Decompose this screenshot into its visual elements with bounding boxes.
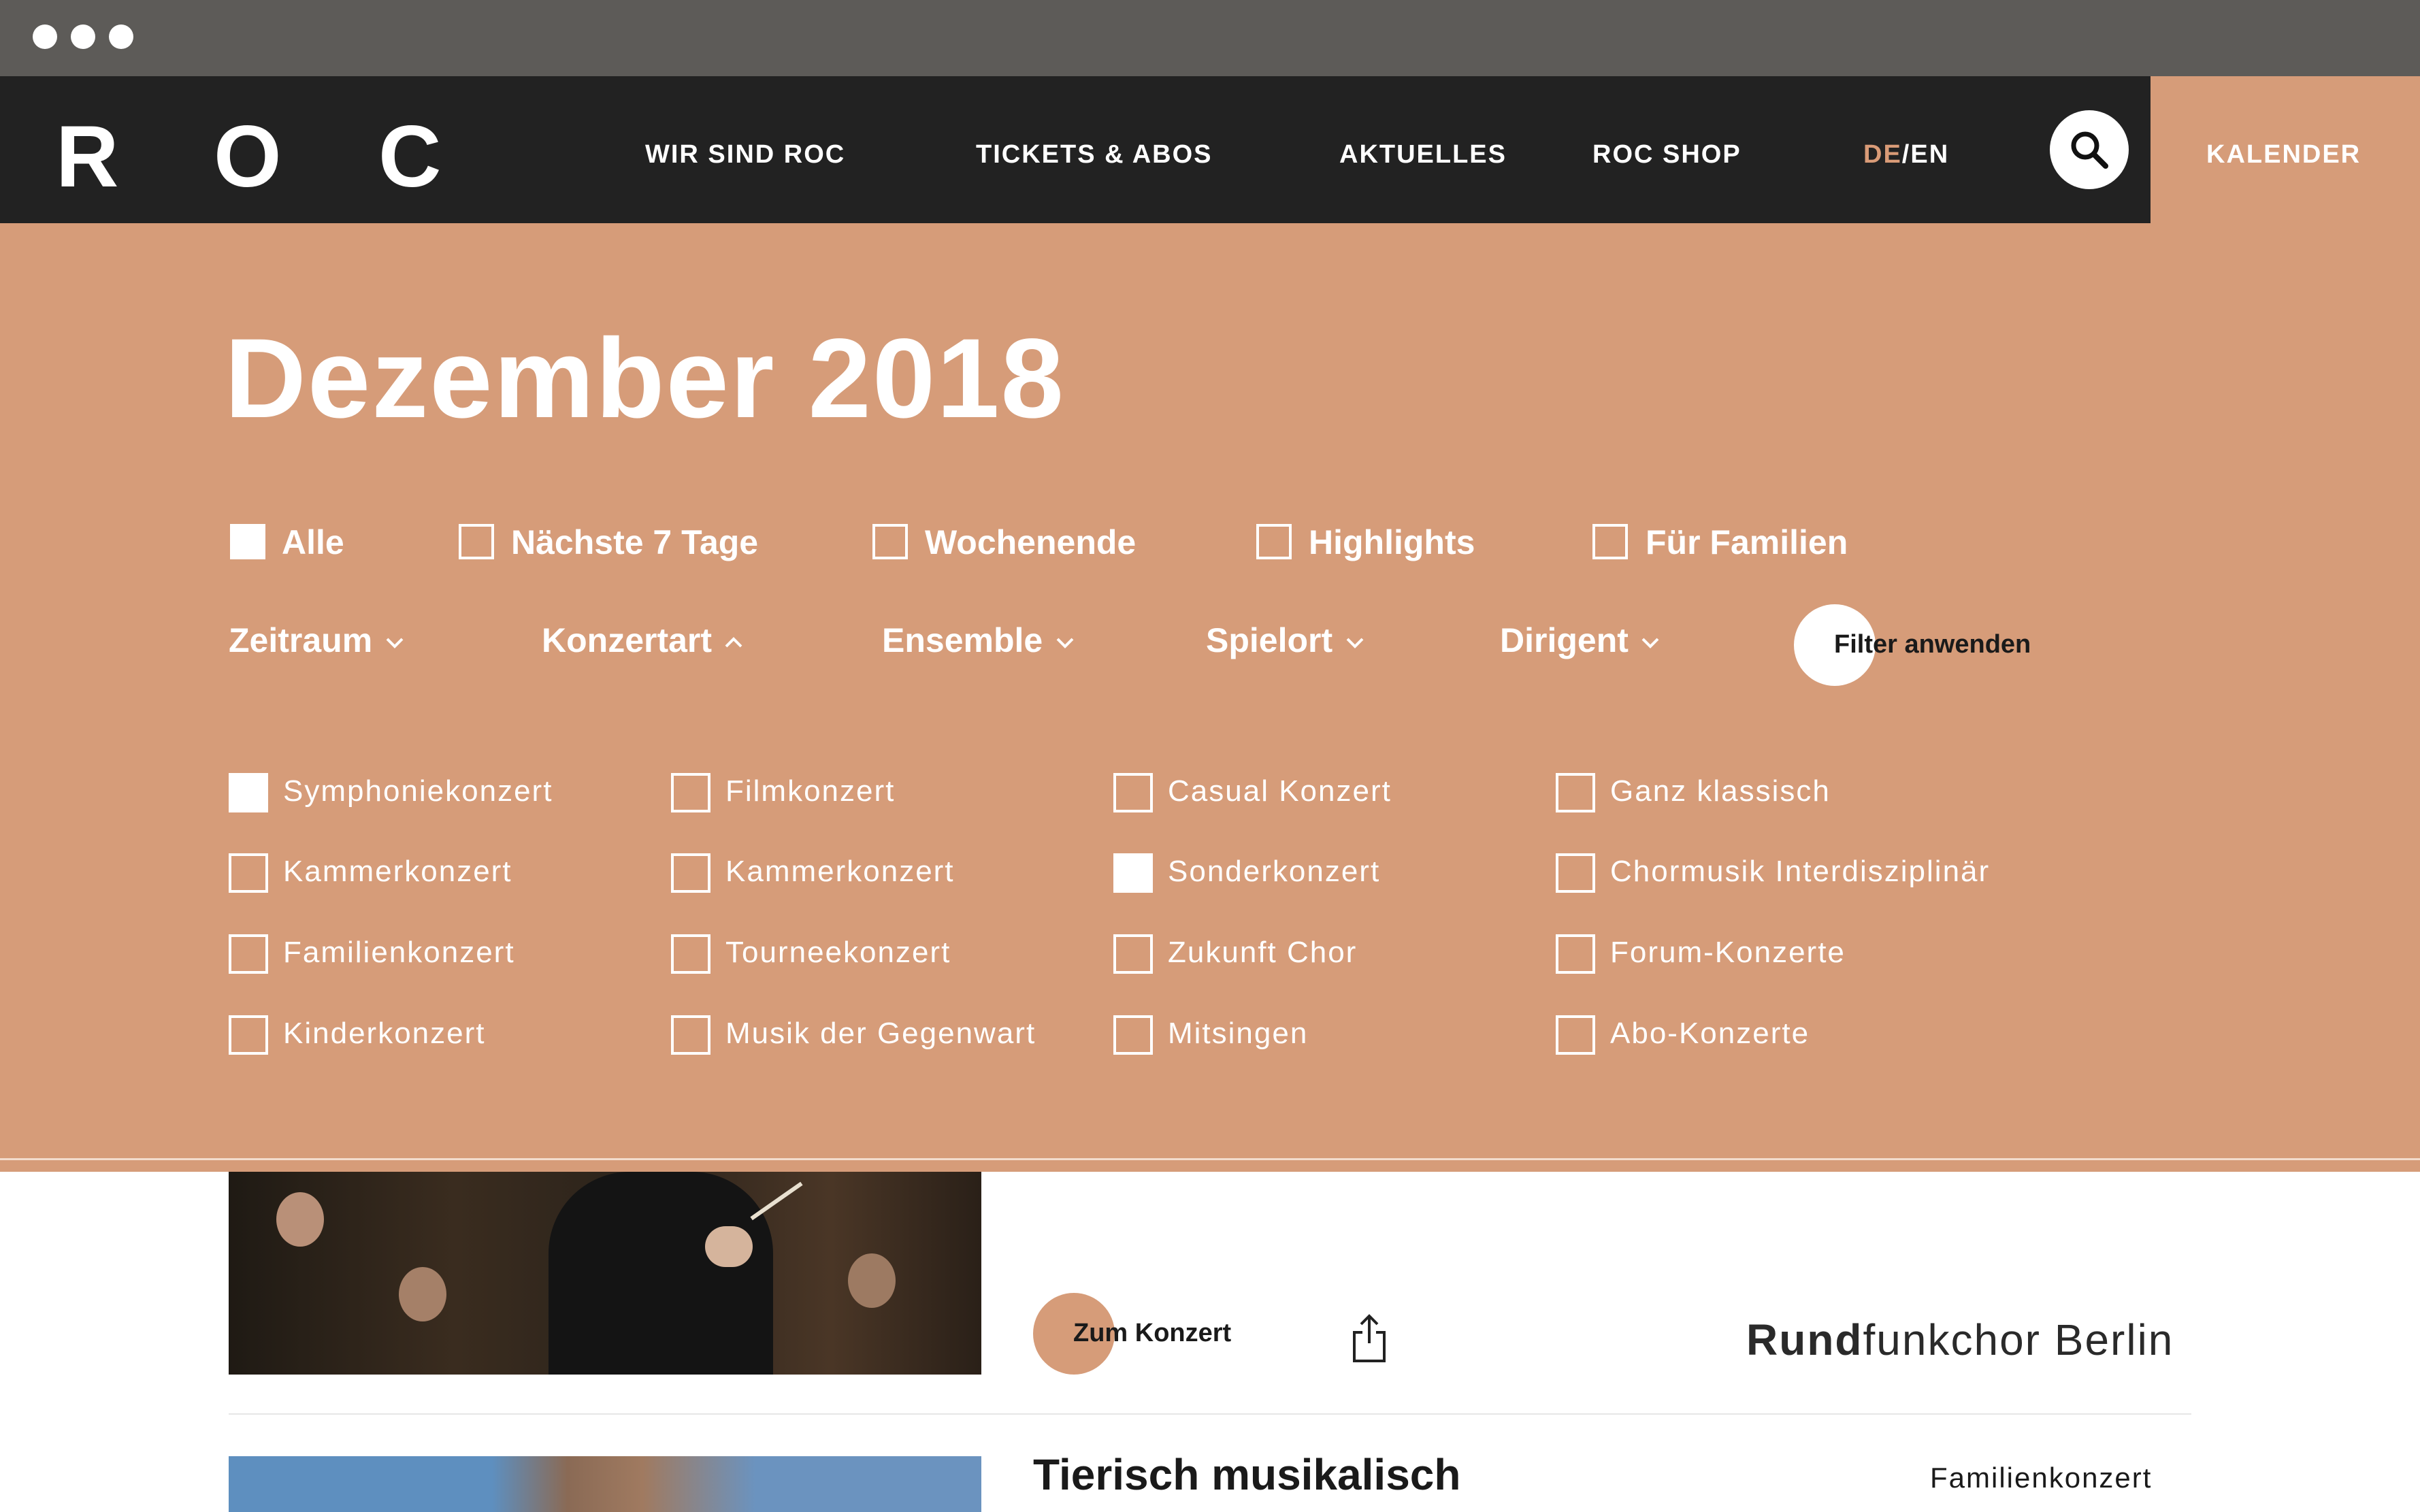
concert-type-checkbox[interactable] [671,1015,710,1055]
chevron-down-icon [1056,638,1074,648]
concert-type-checkbox[interactable] [1113,853,1153,893]
quick-filter-next7-checkbox[interactable] [459,524,494,559]
concert-type-checkbox[interactable] [1556,853,1595,893]
logo-letter-r[interactable]: R [56,114,118,201]
dropdown-dirigent-label: Dirigent [1500,621,1629,659]
event-title[interactable]: Tierisch musikalisch [1033,1449,1460,1500]
quick-filter-next7-label[interactable]: Nächste 7 Tage [511,523,758,562]
concert-type-label[interactable]: Kammerkonzert [283,855,512,889]
dropdown-spielort-label: Spielort [1206,621,1333,659]
concert-type-label[interactable]: Familienkonzert [283,936,515,970]
window-dot-minimize[interactable] [71,24,95,49]
ensemble-logo-bold: Rund [1746,1315,1863,1364]
nav-wir-sind-roc[interactable]: WIR SIND ROC [645,140,845,169]
concert-type-label[interactable]: Kinderkonzert [283,1017,485,1051]
quick-filter-alle-checkbox[interactable] [230,524,265,559]
search-button[interactable] [2050,110,2129,189]
concert-type-label[interactable]: Abo-Konzerte [1610,1017,1810,1051]
browser-chrome [0,0,2420,76]
concert-type-label[interactable]: Zukunft Chor [1168,936,1357,970]
logo-letter-c[interactable]: C [378,114,441,201]
concert-type-label[interactable]: Musik der Gegenwart [725,1017,1036,1051]
concert-type-checkbox[interactable] [229,853,268,893]
concert-type-label[interactable]: Sonderkonzert [1168,855,1380,889]
concert-type-label[interactable]: Kammerkonzert [725,855,955,889]
concert-type-label[interactable]: Chormusik Interdisziplinär [1610,855,1990,889]
ensemble-logo: Rundfunkchor Berlin [1746,1315,2174,1365]
concert-type-label[interactable]: Tourneekonzert [725,936,951,970]
dropdown-konzertart[interactable]: Konzertart [542,621,743,660]
concert-type-label[interactable]: Forum-Konzerte [1610,936,1846,970]
chevron-down-icon [1346,638,1364,648]
dropdown-zeitraum[interactable]: Zeitraum [229,621,404,660]
concert-type-label[interactable]: Casual Konzert [1168,774,1392,808]
nav-roc-shop[interactable]: ROC SHOP [1592,140,1742,169]
dropdown-dirigent[interactable]: Dirigent [1500,621,1660,660]
lang-de[interactable]: DE [1863,140,1902,169]
quick-filter-alle-label[interactable]: Alle [282,523,344,562]
quick-filter-highlights-checkbox[interactable] [1256,524,1292,559]
apply-filter-label[interactable]: Filter anwenden [1834,630,2031,659]
dropdown-spielort[interactable]: Spielort [1206,621,1364,660]
month-title: Dezember 2018 [225,316,1065,442]
event-image[interactable] [229,1456,981,1512]
concert-type-checkbox[interactable] [671,934,710,974]
chevron-down-icon [386,638,404,648]
concert-type-checkbox[interactable] [1113,1015,1153,1055]
concert-type-checkbox[interactable] [671,853,710,893]
concert-type-checkbox[interactable] [229,773,268,812]
dropdown-zeitraum-label: Zeitraum [229,621,373,659]
search-icon [2071,131,2108,169]
concert-type-checkbox[interactable] [229,934,268,974]
calendar-tab-label[interactable]: KALENDER [2206,140,2361,169]
ensemble-logo-rest: funkchor Berlin [1863,1315,2174,1364]
concert-type-checkbox[interactable] [229,1015,268,1055]
lang-en[interactable]: EN [1910,140,1949,169]
event-divider [229,1413,2191,1415]
lang-separator: / [1901,140,1911,169]
window-dot-close[interactable] [33,24,57,49]
quick-filter-familien-label[interactable]: Für Familien [1646,523,1848,562]
logo-letter-o[interactable]: O [214,114,282,201]
concert-image[interactable] [229,1172,981,1375]
concert-type-checkbox[interactable] [1556,773,1595,812]
nav-aktuelles[interactable]: AKTUELLES [1339,140,1507,169]
zum-konzert-label[interactable]: Zum Konzert [1073,1319,1231,1348]
concert-type-checkbox[interactable] [1556,934,1595,974]
chevron-up-icon [725,637,742,648]
concert-type-checkbox[interactable] [671,773,710,812]
concert-type-label[interactable]: Mitsingen [1168,1017,1308,1051]
quick-filter-highlights-label[interactable]: Highlights [1309,523,1475,562]
concert-type-checkbox[interactable] [1556,1015,1595,1055]
language-switcher: DE/EN [1863,140,1949,169]
event-type: Familienkonzert [1930,1462,2153,1494]
quick-filter-familien-checkbox[interactable] [1592,524,1628,559]
concert-type-checkbox[interactable] [1113,934,1153,974]
dropdown-ensemble[interactable]: Ensemble [882,621,1075,660]
window-dot-maximize[interactable] [109,24,133,49]
concert-type-checkbox[interactable] [1113,773,1153,812]
dropdown-ensemble-label: Ensemble [882,621,1043,659]
nav-tickets-abos[interactable]: TICKETS & ABOS [976,140,1213,169]
panel-divider [0,1158,2420,1160]
quick-filter-wochenende-label[interactable]: Wochenende [925,523,1136,562]
chevron-down-icon [1641,638,1659,648]
concert-type-label[interactable]: Ganz klassisch [1610,774,1831,808]
dropdown-konzertart-label: Konzertart [542,621,713,659]
concert-type-label[interactable]: Filmkonzert [725,774,895,808]
quick-filter-wochenende-checkbox[interactable] [872,524,908,559]
concert-type-label[interactable]: Symphoniekonzert [283,774,553,808]
share-icon[interactable] [1350,1313,1388,1364]
